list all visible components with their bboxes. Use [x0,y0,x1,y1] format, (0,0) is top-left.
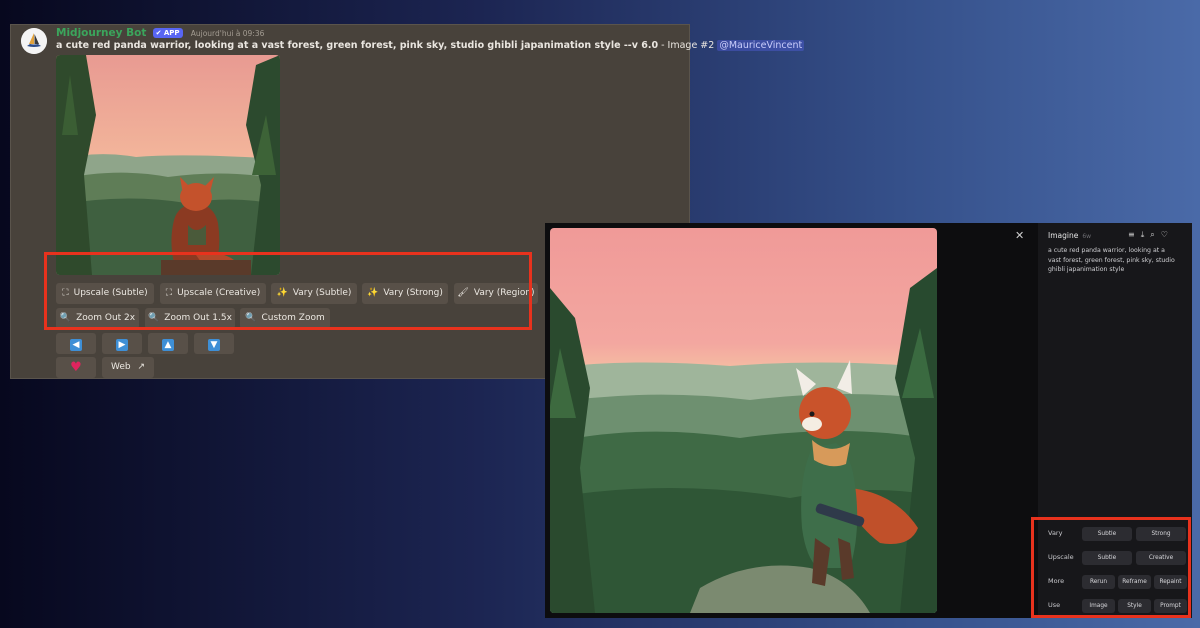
heart-icon: ♥ [70,360,82,375]
pan-right-button[interactable]: ▶ [102,333,142,354]
image-number: - Image #2 [658,40,718,51]
search-icon[interactable]: ⌕ [1150,230,1160,239]
external-link-icon: ↗ [137,362,146,372]
arrow-up-icon: ▲ [162,339,174,351]
app-badge: ✔ APP [152,28,183,38]
sidebar-prompt-text[interactable]: a cute red panda warrior, looking at a v… [1048,246,1176,275]
message-prompt: a cute red panda warrior, looking at a v… [56,40,805,51]
message-timestamp: Aujourd'hui à 09:36 [190,29,265,38]
generated-image[interactable] [56,55,280,275]
heart-outline-icon[interactable]: ♡ [1161,230,1174,239]
web-link-button[interactable]: Web ↗ [102,357,154,378]
message-header: Midjourney Bot ✔ APP Aujourd'hui à 09:36 [56,27,264,39]
download-icon[interactable]: ⤓ [1141,230,1151,239]
app-badge-label: APP [163,29,180,37]
arrow-right-icon: ▶ [116,339,128,351]
pan-down-button[interactable]: ▼ [194,333,234,354]
bot-name[interactable]: Midjourney Bot [56,27,146,39]
prompt-text: a cute red panda warrior, looking at a v… [56,40,659,51]
web-generated-image[interactable] [550,228,937,613]
bot-avatar[interactable] [21,28,47,54]
discord-buttons-highlight [44,252,532,330]
close-icon[interactable]: ✕ [1015,229,1024,242]
web-label: Web [110,362,131,372]
web-options-highlight [1031,517,1191,618]
arrow-down-icon: ▼ [208,339,220,351]
sidebar-header: Imagine 6w [1048,231,1091,240]
favorite-button[interactable]: ♥ [56,357,96,378]
menu-icon[interactable]: ≡ [1128,230,1141,239]
pan-left-button[interactable]: ◀ [56,333,96,354]
user-mention[interactable]: @MauriceVincent [717,40,805,51]
pan-up-button[interactable]: ▲ [148,333,188,354]
imagine-title: Imagine [1048,231,1079,240]
sidebar-toolbar: ≡⤓⌕♡ [1128,230,1174,240]
arrow-left-icon: ◀ [70,339,82,351]
image-age: 6w [1082,233,1092,240]
